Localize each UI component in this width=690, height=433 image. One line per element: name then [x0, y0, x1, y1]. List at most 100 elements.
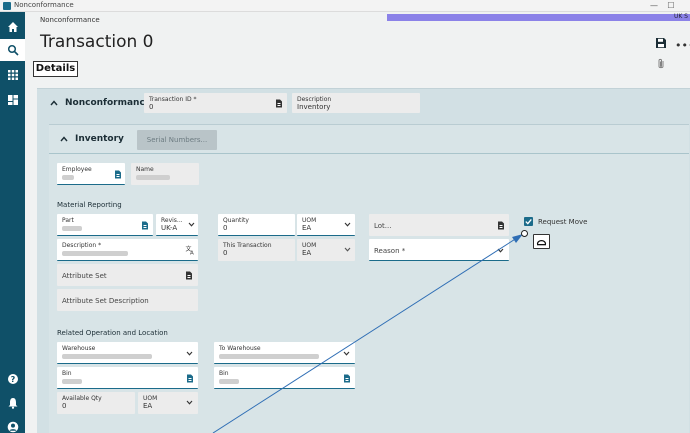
attribute-set-description-placeholder: Attribute Set Description	[62, 297, 149, 305]
uom-label: UOM	[302, 217, 317, 224]
move-action-button[interactable]	[533, 234, 550, 249]
apps-icon	[7, 70, 18, 80]
redacted-text	[62, 226, 82, 231]
description-value: Inventory	[297, 103, 331, 111]
related-operation-heading: Related Operation and Location	[57, 329, 168, 337]
document-icon[interactable]	[275, 99, 283, 108]
revision-value: UK-A	[161, 224, 178, 232]
redacted-text	[62, 354, 152, 359]
to-warehouse-label: To Warehouse	[219, 345, 261, 352]
document-icon[interactable]	[186, 374, 194, 383]
chevron-down-icon[interactable]	[343, 351, 350, 356]
minimize-button[interactable]: —	[645, 0, 663, 12]
nonconformance-title: Nonconformance	[65, 98, 151, 108]
maximize-button[interactable]: ☐	[662, 0, 680, 12]
revision-label: Revis...	[161, 217, 183, 224]
tab-details[interactable]: Details	[33, 61, 78, 77]
lot-field[interactable]: Lot...	[369, 214, 509, 236]
description-field[interactable]: Description Inventory	[292, 93, 420, 113]
reason-select[interactable]: Reason *	[369, 239, 509, 261]
attribute-set-field[interactable]: Attribute Set	[57, 264, 198, 286]
reason-placeholder: Reason *	[374, 247, 406, 255]
bin-label: Bin	[62, 370, 72, 377]
transaction-id-label: Transaction ID *	[149, 96, 197, 103]
help-icon: ?	[7, 374, 18, 384]
uom-select-3[interactable]: UOM EA	[138, 392, 198, 414]
chevron-down-icon[interactable]	[344, 222, 351, 227]
chevron-down-icon[interactable]	[186, 351, 193, 356]
home-icon	[7, 22, 18, 32]
document-icon[interactable]	[114, 170, 122, 179]
lot-placeholder: Lot...	[374, 222, 392, 230]
svg-text:?: ?	[10, 375, 15, 384]
serial-numbers-button[interactable]: Serial Numbers...	[137, 130, 217, 150]
inventory-panel: Inventory Serial Numbers... Employee Nam…	[49, 124, 689, 433]
user-icon	[7, 421, 18, 433]
available-qty-value: 0	[62, 402, 67, 410]
nav-help[interactable]: ?	[0, 368, 25, 390]
bin-field[interactable]: Bin	[57, 367, 198, 389]
part-field[interactable]: Part	[57, 214, 153, 236]
part-description-field[interactable]: Description * 文 A	[57, 239, 198, 261]
to-bin-field[interactable]: Bin	[214, 367, 355, 389]
nav-dashboard[interactable]	[0, 89, 25, 111]
chevron-up-icon[interactable]	[49, 98, 59, 108]
dashboard-icon	[7, 95, 18, 105]
paperclip-icon[interactable]	[656, 58, 666, 70]
transaction-id-field[interactable]: Transaction ID * 0	[144, 93, 287, 113]
uom-label: UOM	[302, 242, 317, 249]
inventory-title: Inventory	[75, 134, 124, 144]
available-qty-field: Available Qty 0	[57, 392, 135, 414]
uom-select[interactable]: UOM EA	[297, 214, 355, 236]
save-icon[interactable]	[655, 37, 667, 49]
main-area: Nonconformance UK S Transaction 0 ••• De…	[25, 12, 690, 433]
redacted-text	[219, 354, 319, 359]
window-titlebar: Nonconformance — ☐	[0, 0, 690, 12]
uom-value: EA	[143, 402, 153, 410]
nav-apps[interactable]	[0, 64, 25, 86]
status-strip-text: UK S	[673, 13, 688, 20]
nav-user[interactable]	[0, 416, 25, 433]
chevron-up-icon[interactable]	[59, 134, 69, 144]
quantity-label: Quantity	[223, 217, 249, 224]
chevron-down-icon[interactable]	[188, 222, 195, 227]
left-nav: ?	[0, 12, 25, 433]
warehouse-select[interactable]: Warehouse	[57, 342, 198, 364]
nav-search[interactable]	[0, 39, 25, 61]
this-transaction-field: This Transaction 0	[218, 239, 295, 261]
chevron-down-icon[interactable]	[186, 400, 193, 405]
divider	[49, 153, 689, 154]
move-icon	[536, 240, 547, 246]
nav-home[interactable]	[0, 16, 25, 38]
nav-notifications[interactable]	[0, 392, 25, 414]
transaction-id-value: 0	[149, 103, 154, 111]
quantity-value: 0	[223, 224, 228, 232]
uom-select-2[interactable]: UOM EA	[297, 239, 355, 261]
translate-icon[interactable]: 文 A	[185, 245, 195, 255]
to-warehouse-select[interactable]: To Warehouse	[214, 342, 355, 364]
this-transaction-value: 0	[223, 249, 228, 257]
revision-select[interactable]: Revis... UK-A	[156, 214, 198, 236]
app-logo-icon	[3, 2, 11, 10]
request-move-checkbox[interactable]	[524, 217, 533, 226]
document-icon[interactable]	[141, 221, 149, 230]
quantity-field[interactable]: Quantity 0	[218, 214, 295, 236]
name-field: Name	[131, 163, 199, 185]
employee-field[interactable]: Employee	[57, 163, 125, 185]
employee-label: Employee	[62, 166, 92, 173]
redacted-text	[136, 175, 170, 180]
search-icon	[7, 44, 19, 56]
part-description-label: Description *	[62, 242, 102, 249]
chevron-down-icon[interactable]	[497, 248, 504, 253]
breadcrumb[interactable]: Nonconformance	[40, 16, 100, 24]
checkmark-icon	[525, 218, 532, 225]
more-options-icon[interactable]: •••	[675, 40, 690, 51]
description-label: Description	[297, 96, 332, 103]
document-icon[interactable]	[343, 374, 351, 383]
document-icon[interactable]	[497, 221, 505, 230]
document-icon[interactable]	[185, 271, 193, 280]
chevron-down-icon[interactable]	[344, 247, 351, 252]
part-label: Part	[62, 217, 74, 224]
available-qty-label: Available Qty	[62, 395, 102, 402]
attribute-set-description-field: Attribute Set Description	[57, 289, 198, 311]
